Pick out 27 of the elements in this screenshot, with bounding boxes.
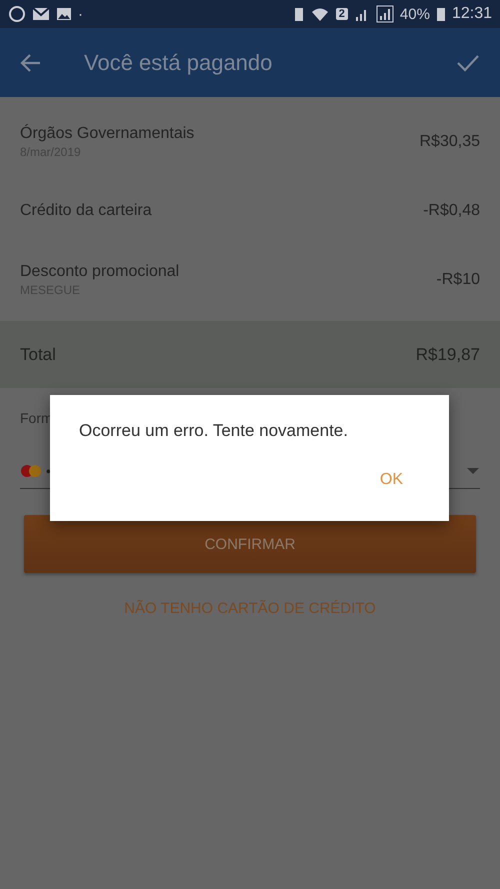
checkmark-icon[interactable] xyxy=(456,54,480,72)
card-logo-icon xyxy=(20,464,42,478)
signal-icon xyxy=(376,5,394,23)
ok-button[interactable]: OK xyxy=(374,467,409,493)
item-label: Desconto promocional xyxy=(20,263,180,281)
clock-time: 12:31 xyxy=(452,5,492,23)
item-amount: -R$10 xyxy=(436,271,480,289)
wifi-icon xyxy=(310,6,330,22)
mail-icon xyxy=(32,7,50,21)
battery-icon xyxy=(436,6,446,22)
battery-percent: 40% xyxy=(400,6,430,22)
item-amount: R$30,35 xyxy=(420,133,480,151)
confirm-button[interactable]: CONFIRMAR xyxy=(24,515,476,573)
image-icon xyxy=(56,7,72,21)
dropdown-caret-icon xyxy=(466,467,480,475)
card-number-mask: • xyxy=(46,463,51,479)
back-arrow-icon[interactable] xyxy=(20,52,42,72)
total-label: Total xyxy=(20,344,56,364)
item-label: Órgãos Governamentais xyxy=(20,125,194,143)
notification-dot: · xyxy=(78,6,83,22)
item-amount: -R$0,48 xyxy=(423,202,480,220)
no-card-link[interactable]: NÃO TENHO CARTÃO DE CRÉDITO xyxy=(0,600,500,617)
error-message: Ocorreu um erro. Tente novamente. xyxy=(79,421,349,441)
screen-title: Você está pagando xyxy=(84,50,274,76)
sim-badge: 2 xyxy=(336,8,348,20)
item-label: Crédito da carteira xyxy=(20,202,152,220)
total-amount: R$19,87 xyxy=(416,344,480,364)
